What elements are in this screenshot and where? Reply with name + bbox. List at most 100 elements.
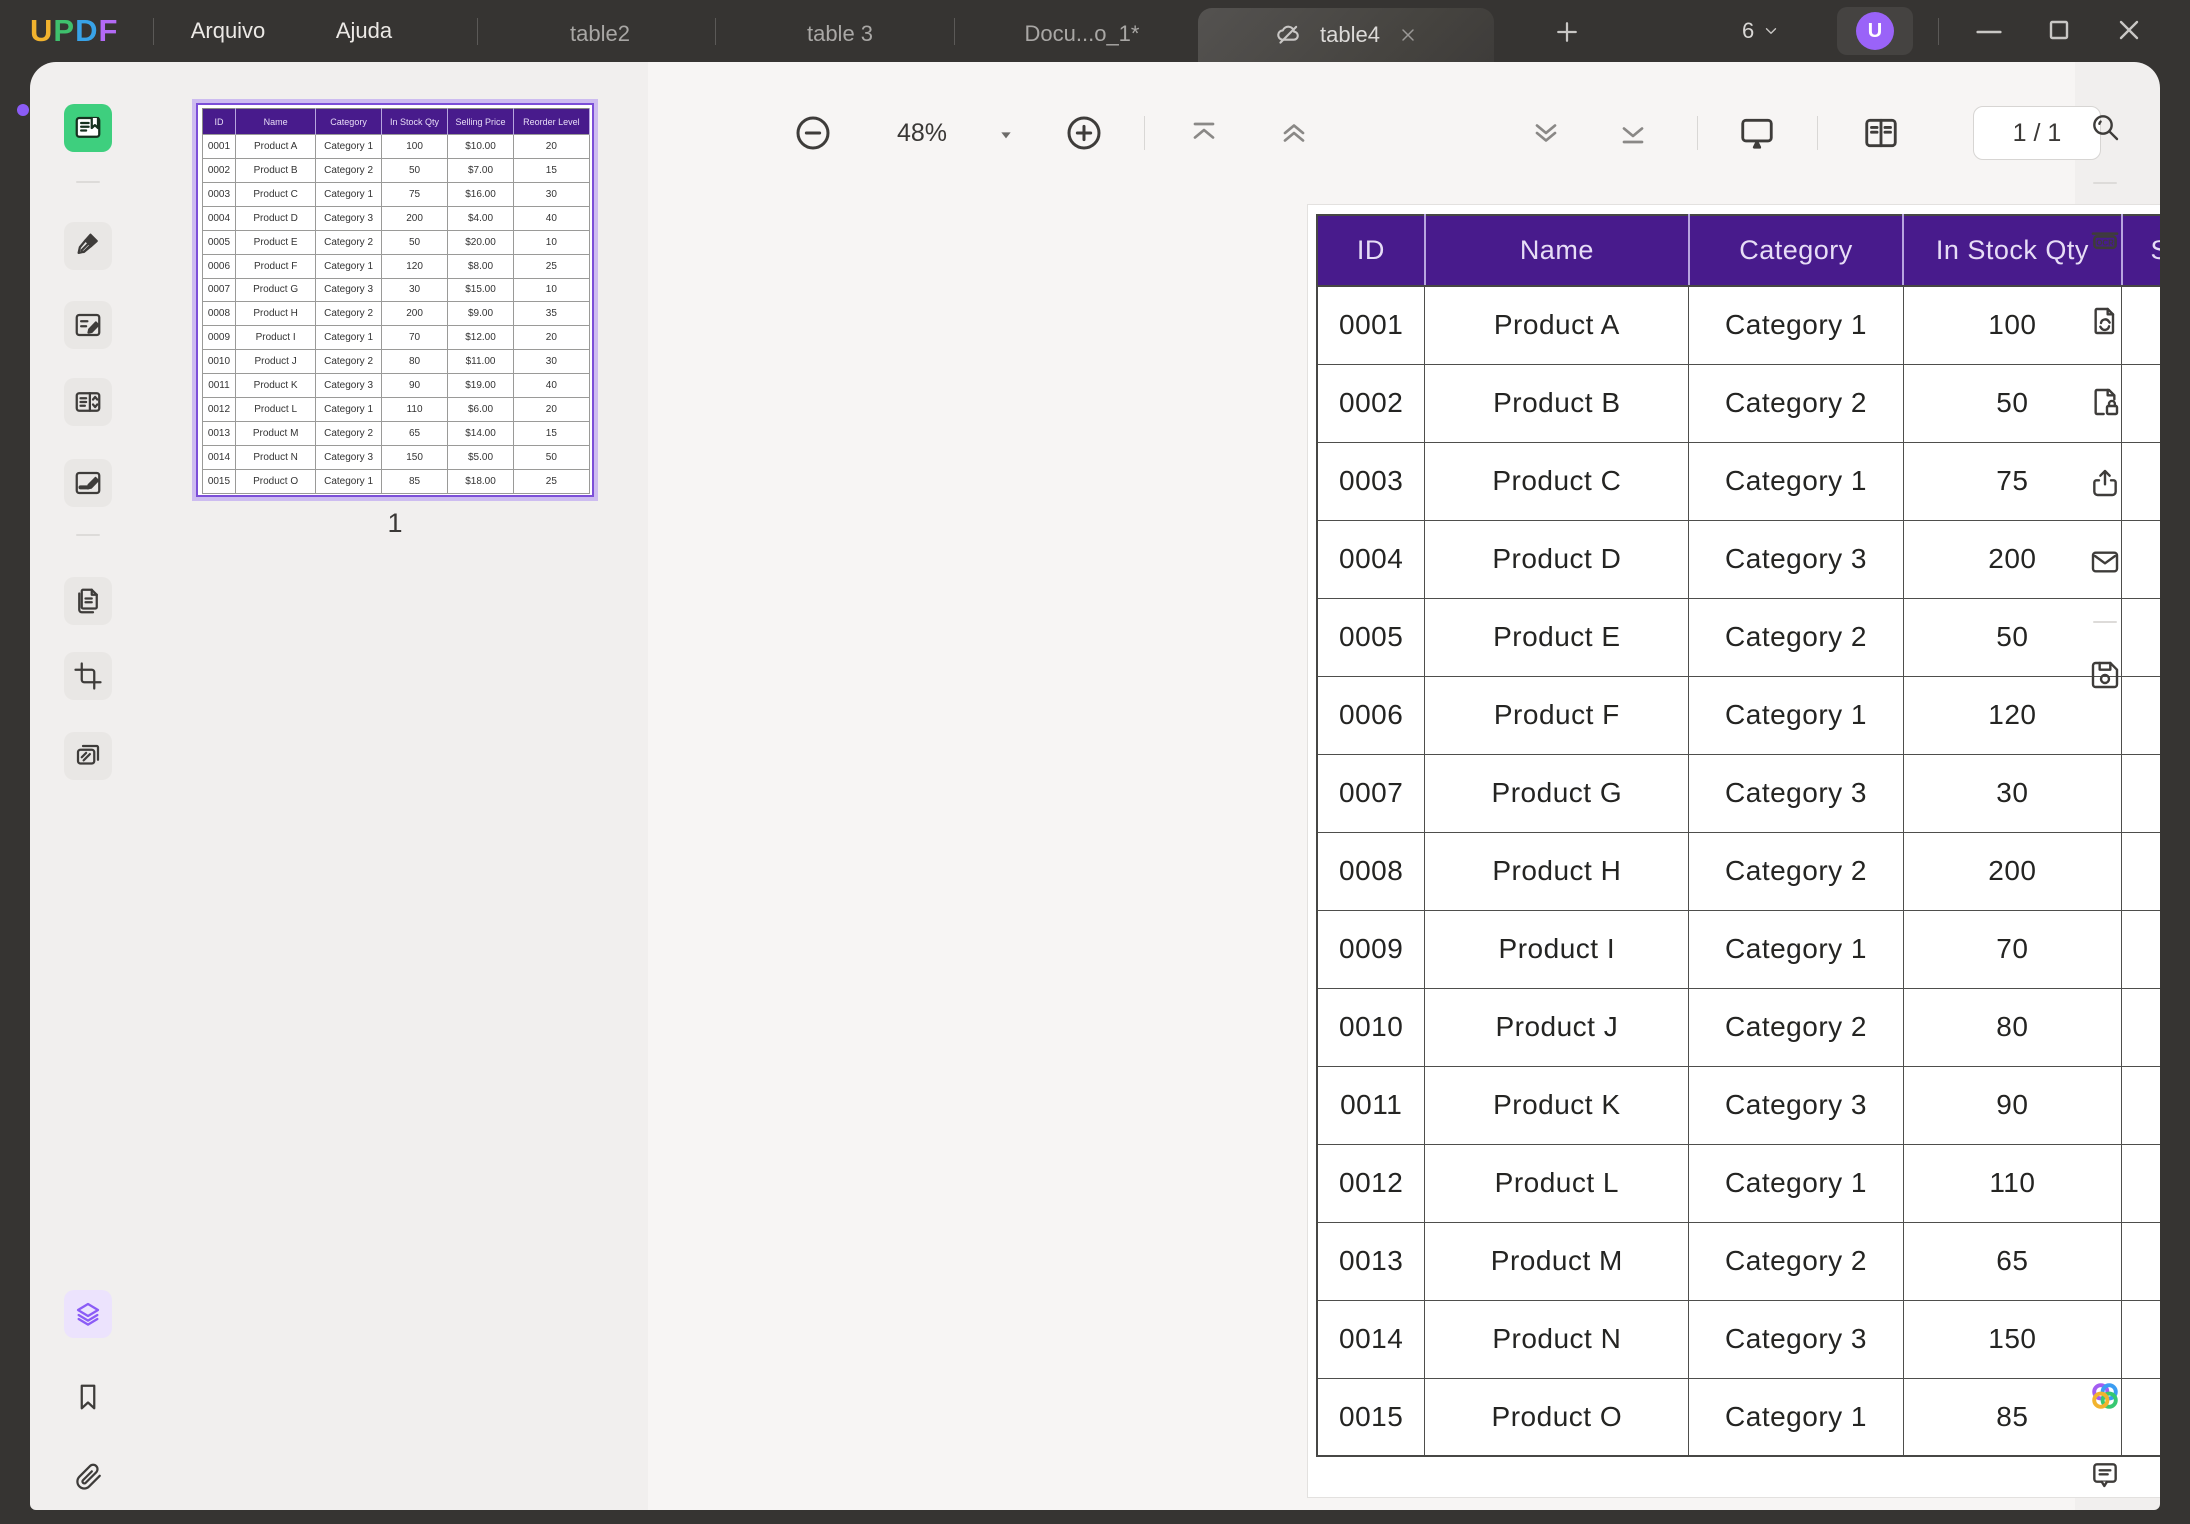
- close-window-button[interactable]: [2113, 14, 2145, 46]
- edit-tool-button[interactable]: [64, 459, 112, 507]
- zoom-out-button[interactable]: [791, 111, 835, 155]
- convert-button[interactable]: [2081, 297, 2129, 345]
- table-cell: Product B: [235, 158, 315, 182]
- divider: [2093, 182, 2117, 184]
- crop-tool-button[interactable]: [64, 652, 112, 700]
- new-tab-button[interactable]: [1552, 17, 1582, 47]
- tab-table3[interactable]: table 3: [807, 6, 873, 62]
- table-cell: Product M: [1425, 1222, 1689, 1300]
- table-cell: $12.00: [448, 326, 513, 350]
- protect-button[interactable]: [2081, 378, 2129, 426]
- minimize-button[interactable]: [1972, 22, 2006, 42]
- table-cell: Category 3: [316, 374, 381, 398]
- table-cell: $20.00: [448, 230, 513, 254]
- account-button[interactable]: U: [1837, 7, 1913, 55]
- menu-arquivo[interactable]: Arquivo: [191, 0, 266, 62]
- page-thumbnail[interactable]: IDNameCategoryIn Stock QtySelling PriceR…: [196, 103, 594, 497]
- table-cell: 0003: [203, 182, 236, 206]
- organize-pages-button[interactable]: [64, 577, 112, 625]
- table-row: 0009Product ICategory 170$12.0020: [203, 326, 590, 350]
- next-page-button[interactable]: [1524, 111, 1568, 155]
- table-cell: $6.00: [2122, 1144, 2160, 1222]
- form-tool-button[interactable]: [64, 378, 112, 426]
- table-cell: 0009: [203, 326, 236, 350]
- table-cell: 50: [381, 158, 448, 182]
- table-cell: 150: [1903, 1300, 2121, 1378]
- table-row: 0015Product OCategory 185$18.0025: [1317, 1378, 2160, 1456]
- email-button[interactable]: [2081, 538, 2129, 586]
- table-cell: $11.00: [448, 350, 513, 374]
- divider: [2093, 621, 2117, 623]
- table-row: 0010Product JCategory 280$11.0030: [1317, 988, 2160, 1066]
- table-cell: 80: [1903, 988, 2121, 1066]
- panel-handle-dot[interactable]: [17, 104, 29, 116]
- table-cell: Category 1: [1689, 442, 1903, 520]
- table-cell: Product F: [1425, 676, 1689, 754]
- table-cell: 40: [513, 374, 589, 398]
- zoom-dropdown-button[interactable]: [984, 113, 1028, 157]
- reader-tool-button[interactable]: [64, 104, 112, 152]
- convert-icon: [2089, 305, 2121, 337]
- table-cell: 0010: [1317, 988, 1425, 1066]
- paperclip-icon: [73, 1462, 103, 1492]
- slides-tool-button[interactable]: [64, 732, 112, 780]
- table-cell: Category 2: [1689, 1222, 1903, 1300]
- reading-mode-button[interactable]: [1859, 111, 1903, 155]
- ocr-button[interactable]: OCR: [2081, 216, 2129, 264]
- maximize-button[interactable]: [2043, 14, 2075, 46]
- table-cell: 0001: [203, 135, 236, 159]
- highlighter-icon: [73, 231, 103, 261]
- ai-assistant-button[interactable]: [2081, 1372, 2129, 1420]
- attachment-panel-button[interactable]: [64, 1453, 112, 1501]
- tab-table4-active[interactable]: table4: [1198, 8, 1494, 62]
- table-cell: Product A: [1425, 286, 1689, 364]
- tab-document1[interactable]: Docu...o_1*: [1025, 6, 1140, 62]
- table-cell: $19.00: [2122, 1066, 2160, 1144]
- mail-icon: [2089, 546, 2121, 578]
- table-cell: Product E: [235, 230, 315, 254]
- table-cell: Category 3: [316, 206, 381, 230]
- slides-icon: [73, 741, 103, 771]
- last-page-button[interactable]: [1611, 111, 1655, 155]
- tab-count-dropdown[interactable]: 6: [1742, 0, 1780, 62]
- table-cell: 110: [381, 398, 448, 422]
- previous-page-button[interactable]: [1272, 111, 1316, 155]
- table-row: 0007Product GCategory 330$15.0010: [203, 278, 590, 302]
- table-cell: Product A: [235, 135, 315, 159]
- bookmark-panel-button[interactable]: [64, 1373, 112, 1421]
- share-button[interactable]: [2081, 459, 2129, 507]
- table-cell: 20: [513, 135, 589, 159]
- table-cell: Product O: [1425, 1378, 1689, 1456]
- table-cell: 0007: [203, 278, 236, 302]
- layers-panel-button[interactable]: [64, 1290, 112, 1338]
- table-cell: Category 3: [1689, 754, 1903, 832]
- pages-icon: [73, 586, 103, 616]
- layers-icon: [73, 1299, 103, 1329]
- save-button[interactable]: [2081, 651, 2129, 699]
- table-row: 0002Product BCategory 250$7.0015: [1317, 364, 2160, 442]
- comment-tool-button[interactable]: [64, 222, 112, 270]
- presentation-button[interactable]: [1735, 111, 1779, 155]
- comment-feedback-button[interactable]: [2081, 1451, 2129, 1499]
- pdf-page[interactable]: IDNameCategoryIn Stock QtySelling PriceR…: [1308, 205, 2160, 1497]
- table-cell: Category 1: [316, 254, 381, 278]
- table-cell: 25: [513, 254, 589, 278]
- first-page-button[interactable]: [1182, 111, 1226, 155]
- zoom-in-button[interactable]: [1062, 111, 1106, 155]
- pdf-table: IDNameCategoryIn Stock QtySelling PriceR…: [1316, 214, 2160, 1457]
- table-cell: 0011: [203, 374, 236, 398]
- menu-ajuda[interactable]: Ajuda: [336, 0, 392, 62]
- divider: [1144, 116, 1145, 150]
- tab-table2[interactable]: table2: [570, 6, 630, 62]
- table-cell: 100: [381, 135, 448, 159]
- search-button[interactable]: [2081, 103, 2129, 151]
- table-cell: Category 2: [316, 350, 381, 374]
- table-cell: 0009: [1317, 910, 1425, 988]
- close-tab-icon[interactable]: [1398, 25, 1418, 45]
- tab-label: table4: [1320, 22, 1380, 48]
- logo-letter: D: [75, 13, 98, 48]
- table-cell: Category 2: [1689, 364, 1903, 442]
- column-header: ID: [1317, 215, 1425, 286]
- column-header: Name: [1425, 215, 1689, 286]
- annotate-tool-button[interactable]: [64, 301, 112, 349]
